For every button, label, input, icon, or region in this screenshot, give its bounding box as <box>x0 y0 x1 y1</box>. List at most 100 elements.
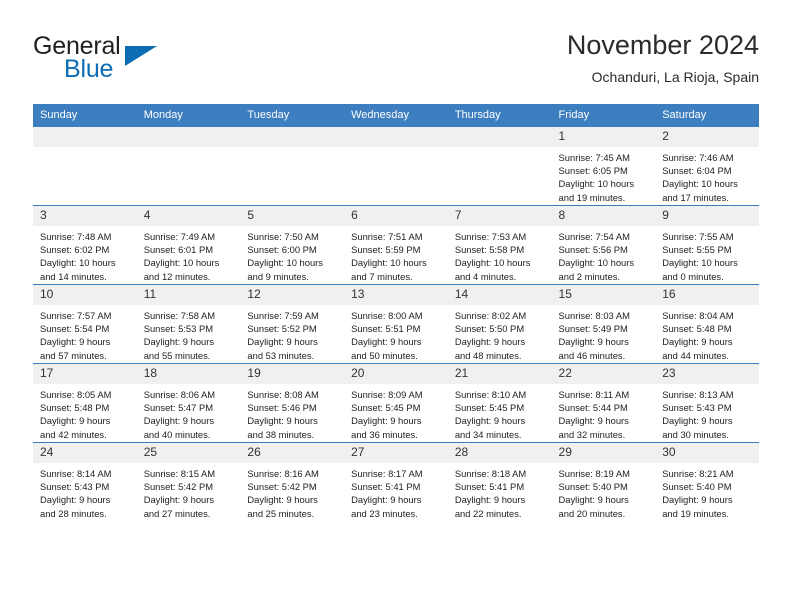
day-number: 30 <box>655 443 759 463</box>
daylight-duration-line2: and 20 minutes. <box>558 507 626 519</box>
brand-logo[interactable]: General Blue <box>33 32 213 90</box>
sunset-time: Sunset: 5:49 PM <box>558 323 628 335</box>
calendar-day-cell[interactable]: 28 Sunrise: 8:18 AM Sunset: 5:41 PM Dayligh… <box>447 442 552 521</box>
sunrise-time: Sunrise: 8:21 AM <box>662 468 734 479</box>
calendar-day-cell[interactable]: 11 Sunrise: 7:58 AM Sunset: 5:53 PM Dayligh… <box>136 284 241 364</box>
daylight-duration-line1: Daylight: 9 hours <box>247 415 318 427</box>
calendar-day-cell[interactable]: 18 Sunrise: 8:06 AM Sunset: 5:47 PM Dayligh… <box>136 363 241 443</box>
calendar-day-cell[interactable]: 20 Sunrise: 8:09 AM Sunset: 5:45 PM Dayligh… <box>344 363 448 443</box>
calendar-week-row: 17 Sunrise: 8:05 AM Sunset: 5:48 PM Dayligh… <box>33 363 759 443</box>
calendar-day-cell[interactable]: 3 Sunrise: 7:48 AM Sunset: 6:02 PM Daylight… <box>33 205 137 285</box>
sunrise-time: Sunrise: 8:03 AM <box>558 310 630 321</box>
sunset-time: Sunset: 6:02 PM <box>40 244 110 256</box>
daylight-duration-line2: and 48 minutes. <box>454 349 522 361</box>
day-number: 23 <box>655 364 759 384</box>
daylight-duration-line1: Daylight: 9 hours <box>40 494 111 506</box>
sunrise-time: Sunrise: 7:57 AM <box>40 310 112 321</box>
daylight-duration-line1: Daylight: 10 hours <box>40 257 116 269</box>
day-number: 6 <box>344 206 448 226</box>
day-number <box>240 127 345 147</box>
calendar-day-cell[interactable]: 23 Sunrise: 8:13 AM Sunset: 5:43 PM Dayligh… <box>655 363 759 443</box>
day-sun-info: Sunrise: 7:49 AM Sunset: 6:01 PM Daylight:… <box>137 226 241 283</box>
day-number <box>344 127 448 147</box>
calendar-day-cell[interactable]: 24 Sunrise: 8:14 AM Sunset: 5:43 PM Dayligh… <box>33 442 137 521</box>
daylight-duration-line2: and 32 minutes. <box>558 428 626 440</box>
calendar-day-cell[interactable]: 22 Sunrise: 8:11 AM Sunset: 5:44 PM Dayligh… <box>551 363 656 443</box>
calendar-day-cell[interactable]: 1 Sunrise: 7:45 AM Sunset: 6:05 PM Daylight… <box>551 126 656 206</box>
daylight-duration-line2: and 34 minutes. <box>454 428 522 440</box>
daylight-duration-line1: Daylight: 9 hours <box>351 415 422 427</box>
calendar-day-cell[interactable]: 10 Sunrise: 7:57 AM Sunset: 5:54 PM Dayligh… <box>33 284 137 364</box>
sunrise-time: Sunrise: 8:19 AM <box>558 468 630 479</box>
calendar-day-cell[interactable]: 7 Sunrise: 7:53 AM Sunset: 5:58 PM Daylight… <box>447 205 552 285</box>
day-sun-info: Sunrise: 8:02 AM Sunset: 5:50 PM Daylight:… <box>448 305 552 362</box>
calendar-day-cell[interactable]: 6 Sunrise: 7:51 AM Sunset: 5:59 PM Daylight… <box>344 205 448 285</box>
sunset-time: Sunset: 5:41 PM <box>454 481 525 493</box>
calendar-week-row: 3 Sunrise: 7:48 AM Sunset: 6:02 PM Daylight… <box>33 205 759 285</box>
sunrise-time: Sunrise: 7:55 AM <box>662 231 734 242</box>
daylight-duration-line1: Daylight: 9 hours <box>662 415 733 427</box>
weekday-header-wednesday: Wednesday <box>344 104 448 127</box>
day-number: 11 <box>136 285 241 305</box>
daylight-duration-line2: and 23 minutes. <box>351 507 418 519</box>
sunset-time: Sunset: 5:44 PM <box>558 402 628 414</box>
calendar-day-cell[interactable]: 4 Sunrise: 7:49 AM Sunset: 6:01 PM Daylight… <box>136 205 241 285</box>
calendar-day-cell[interactable]: 5 Sunrise: 7:50 AM Sunset: 6:00 PM Daylight… <box>240 205 345 285</box>
day-number: 27 <box>344 443 448 463</box>
daylight-duration-line1: Daylight: 10 hours <box>143 257 220 269</box>
day-number: 16 <box>655 285 759 305</box>
day-number: 9 <box>655 206 759 226</box>
day-sun-info: Sunrise: 8:00 AM Sunset: 5:51 PM Daylight:… <box>344 305 448 362</box>
sunrise-time: Sunrise: 8:15 AM <box>143 468 216 479</box>
sunset-time: Sunset: 5:45 PM <box>454 402 525 414</box>
daylight-duration-line1: Daylight: 9 hours <box>143 336 215 348</box>
sunrise-time: Sunrise: 8:18 AM <box>454 468 527 479</box>
sunset-time: Sunset: 6:00 PM <box>247 244 317 256</box>
calendar-day-cell[interactable]: 19 Sunrise: 8:08 AM Sunset: 5:46 PM Dayligh… <box>240 363 345 443</box>
sunset-time: Sunset: 5:48 PM <box>662 323 732 335</box>
daylight-duration-line1: Daylight: 10 hours <box>558 178 635 190</box>
daylight-duration-line2: and 19 minutes. <box>662 507 729 519</box>
page-title: November 2024 <box>566 30 759 60</box>
page-subtitle-location: Ochanduri, La Rioja, Spain <box>591 69 759 85</box>
daylight-duration-line2: and 27 minutes. <box>143 507 211 519</box>
daylight-duration-line1: Daylight: 9 hours <box>558 336 629 348</box>
daylight-duration-line1: Daylight: 10 hours <box>454 257 531 269</box>
calendar-day-cell[interactable]: 26 Sunrise: 8:16 AM Sunset: 5:42 PM Dayligh… <box>240 442 345 521</box>
calendar-day-cell[interactable]: 9 Sunrise: 7:55 AM Sunset: 5:55 PM Daylight… <box>655 205 759 285</box>
calendar-day-cell[interactable]: 25 Sunrise: 8:15 AM Sunset: 5:42 PM Dayligh… <box>136 442 241 521</box>
calendar-day-cell[interactable]: 13 Sunrise: 8:00 AM Sunset: 5:51 PM Dayligh… <box>344 284 448 364</box>
calendar-day-cell[interactable]: 12 Sunrise: 7:59 AM Sunset: 5:52 PM Dayligh… <box>240 284 345 364</box>
sunset-time: Sunset: 5:53 PM <box>143 323 214 335</box>
calendar-day-cell[interactable]: 30 Sunrise: 8:21 AM Sunset: 5:40 PM Dayligh… <box>655 442 759 521</box>
weekday-header-thursday: Thursday <box>447 104 552 127</box>
sunset-time: Sunset: 5:43 PM <box>662 402 732 414</box>
daylight-duration-line1: Daylight: 9 hours <box>40 336 111 348</box>
daylight-duration-line1: Daylight: 9 hours <box>143 415 215 427</box>
sunset-time: Sunset: 5:42 PM <box>247 481 317 493</box>
day-number: 21 <box>447 364 552 384</box>
day-number: 18 <box>136 364 241 384</box>
calendar-day-cell[interactable]: 15 Sunrise: 8:03 AM Sunset: 5:49 PM Dayligh… <box>551 284 656 364</box>
day-number: 3 <box>33 206 137 226</box>
calendar-day-cell[interactable]: 21 Sunrise: 8:10 AM Sunset: 5:45 PM Dayligh… <box>447 363 552 443</box>
calendar-day-cell[interactable]: 29 Sunrise: 8:19 AM Sunset: 5:40 PM Dayligh… <box>551 442 656 521</box>
day-number: 4 <box>136 206 241 226</box>
day-number: 8 <box>551 206 656 226</box>
sunrise-time: Sunrise: 8:09 AM <box>351 389 423 400</box>
sunset-time: Sunset: 5:41 PM <box>351 481 421 493</box>
daylight-duration-line1: Daylight: 10 hours <box>351 257 427 269</box>
day-sun-info: Sunrise: 7:53 AM Sunset: 5:58 PM Daylight:… <box>448 226 552 283</box>
daylight-duration-line1: Daylight: 10 hours <box>662 178 738 190</box>
calendar-week-row: 10 Sunrise: 7:57 AM Sunset: 5:54 PM Dayligh… <box>33 284 759 364</box>
calendar-day-cell[interactable]: 14 Sunrise: 8:02 AM Sunset: 5:50 PM Dayligh… <box>447 284 552 364</box>
day-number: 20 <box>344 364 448 384</box>
day-sun-info: Sunrise: 7:55 AM Sunset: 5:55 PM Daylight:… <box>655 226 759 283</box>
calendar-day-cell[interactable]: 17 Sunrise: 8:05 AM Sunset: 5:48 PM Dayligh… <box>33 363 137 443</box>
day-sun-info: Sunrise: 7:45 AM Sunset: 6:05 PM Daylight:… <box>552 147 656 204</box>
day-number: 19 <box>240 364 345 384</box>
calendar-day-cell[interactable]: 27 Sunrise: 8:17 AM Sunset: 5:41 PM Dayligh… <box>344 442 448 521</box>
calendar-day-cell[interactable]: 2 Sunrise: 7:46 AM Sunset: 6:04 PM Daylight… <box>655 126 759 206</box>
calendar-day-cell[interactable]: 16 Sunrise: 8:04 AM Sunset: 5:48 PM Dayligh… <box>655 284 759 364</box>
calendar-day-cell[interactable]: 8 Sunrise: 7:54 AM Sunset: 5:56 PM Daylight… <box>551 205 656 285</box>
